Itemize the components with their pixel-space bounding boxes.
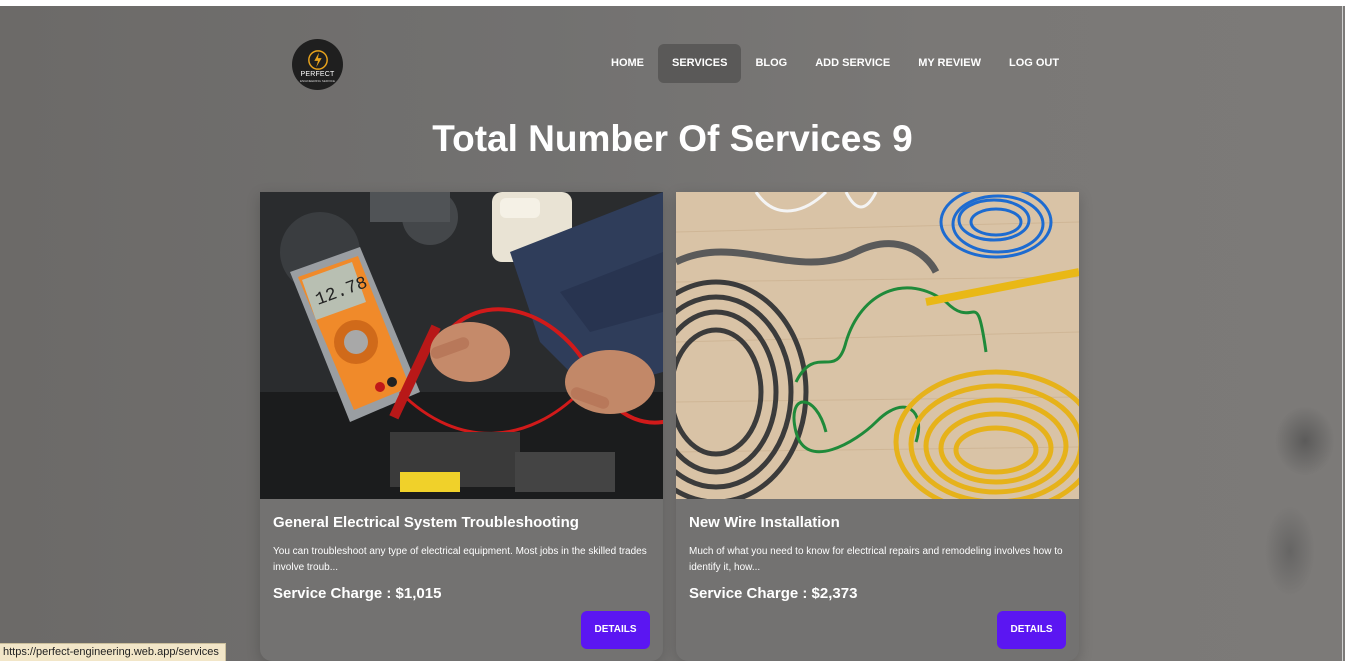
service-description: You can troubleshoot any type of electri… bbox=[273, 546, 647, 573]
service-card: 12.78 General Electrical System Troubles… bbox=[260, 192, 663, 661]
service-title: General Electrical System Troubleshootin… bbox=[273, 514, 579, 531]
lightning-icon bbox=[307, 49, 328, 70]
navbar: PERFECT ENGINEERING SERVICE HOME SERVICE… bbox=[0, 6, 1345, 121]
service-card: New Wire Installation Much of what you n… bbox=[676, 192, 1079, 661]
service-title: New Wire Installation bbox=[689, 514, 840, 531]
service-image-multimeter: 12.78 bbox=[260, 192, 663, 499]
nav-blog[interactable]: BLOG bbox=[741, 44, 801, 83]
nav-add-service[interactable]: ADD SERVICE bbox=[801, 44, 904, 83]
service-description: Much of what you need to know for electr… bbox=[689, 546, 1063, 573]
service-price: Service Charge : $2,373 bbox=[689, 585, 858, 602]
service-price: Service Charge : $1,015 bbox=[273, 585, 442, 602]
page-title: Total Number Of Services 9 bbox=[432, 118, 913, 159]
details-button[interactable]: DETAILS bbox=[581, 611, 650, 649]
nav-my-review[interactable]: MY REVIEW bbox=[904, 44, 995, 83]
logo-subtext: ENGINEERING SERVICE bbox=[300, 78, 335, 83]
details-button[interactable]: DETAILS bbox=[997, 611, 1066, 649]
logo-text: PERFECT bbox=[300, 70, 335, 78]
service-image-wires bbox=[676, 192, 1079, 499]
nav-log-out[interactable]: LOG OUT bbox=[995, 44, 1073, 83]
brand-logo[interactable]: PERFECT ENGINEERING SERVICE bbox=[292, 39, 343, 90]
nav-services[interactable]: SERVICES bbox=[658, 44, 742, 83]
nav-menu: HOME SERVICES BLOG ADD SERVICE MY REVIEW… bbox=[597, 44, 1073, 83]
status-bar-url: https://perfect-engineering.web.app/serv… bbox=[0, 643, 226, 661]
nav-home[interactable]: HOME bbox=[597, 44, 658, 83]
